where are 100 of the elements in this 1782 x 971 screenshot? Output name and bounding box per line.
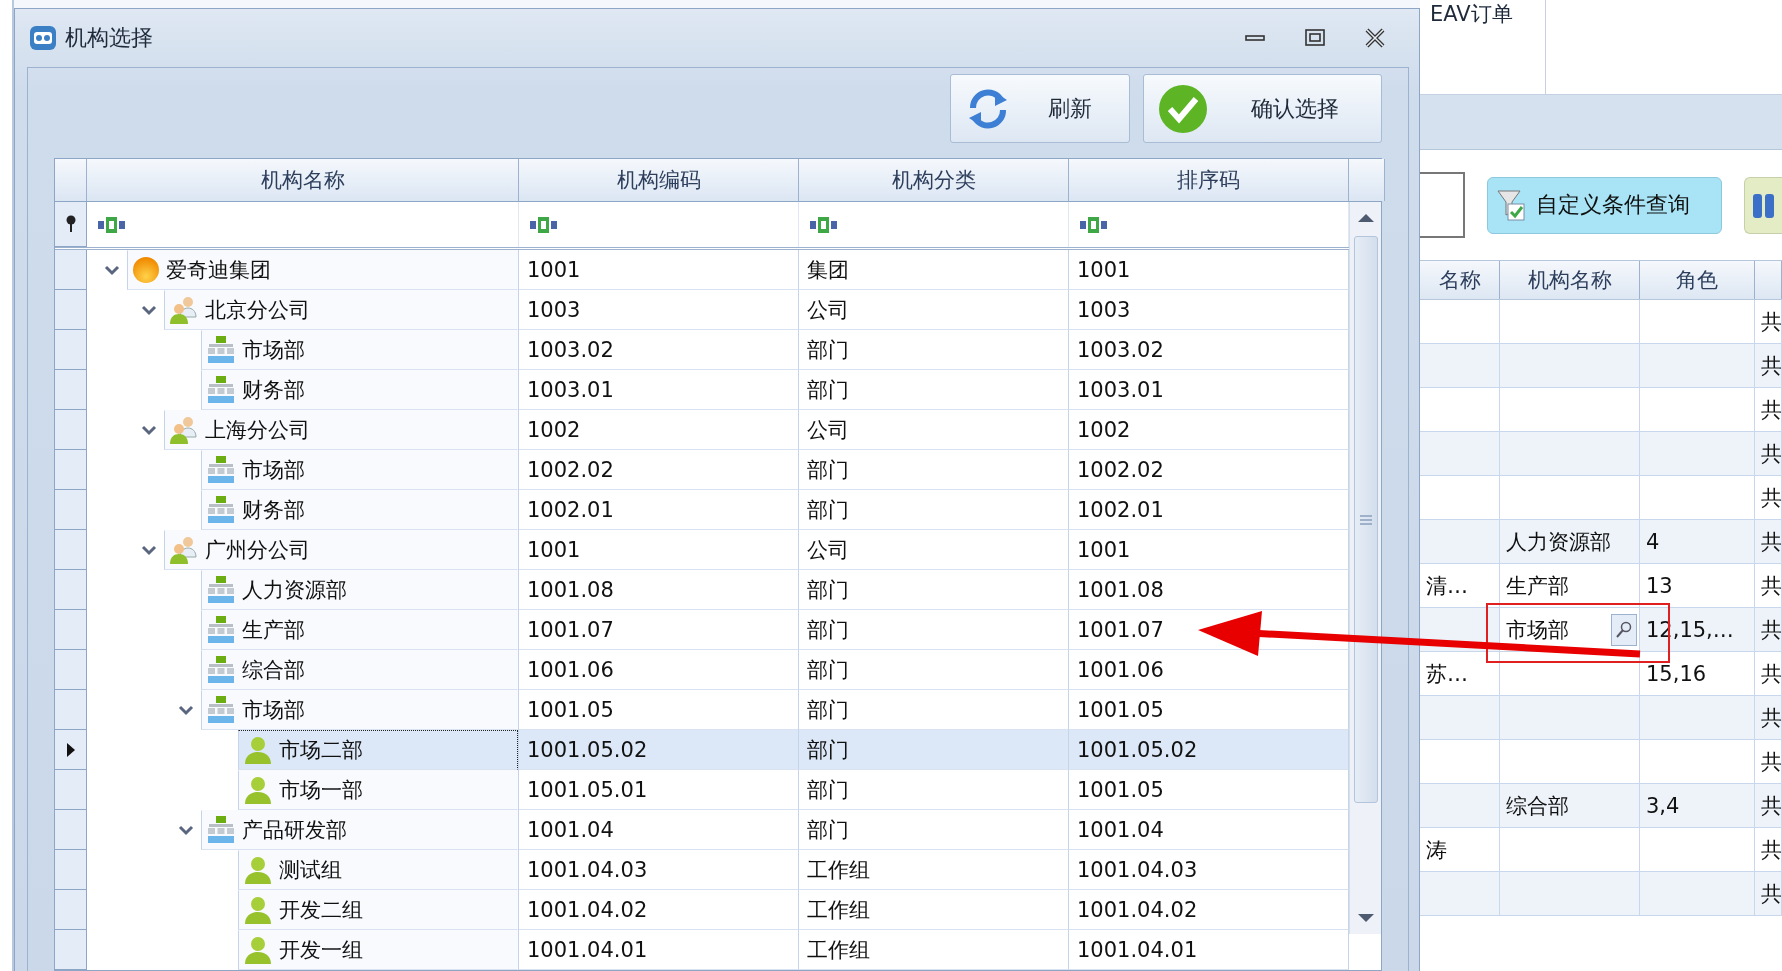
table-cell: 涛 bbox=[1420, 828, 1500, 871]
org-name: 市场部 bbox=[242, 337, 305, 364]
search-button[interactable] bbox=[1611, 613, 1637, 646]
org-name: 测试组 bbox=[279, 857, 342, 884]
table-cell: 生产部 bbox=[1500, 564, 1640, 607]
tree-row[interactable]: 财务部 1003.01 部门 1003.01 bbox=[55, 370, 1349, 410]
org-name: 市场部 bbox=[242, 697, 305, 724]
tree-row[interactable]: 产品研发部 1001.04 部门 1001.04 bbox=[55, 810, 1349, 850]
table-cell: 综合部 bbox=[1500, 784, 1640, 827]
person-icon bbox=[243, 895, 273, 925]
table-cell: 共 bbox=[1755, 476, 1782, 519]
tree-row[interactable]: 市场部 1001.05 部门 1001.05 bbox=[55, 690, 1349, 730]
text-filter-icon bbox=[1079, 216, 1109, 233]
people-icon bbox=[169, 415, 199, 445]
table-cell: 苏… bbox=[1420, 652, 1500, 695]
org-name: 广州分公司 bbox=[205, 537, 310, 564]
org-chart-icon bbox=[206, 615, 236, 645]
search-icon bbox=[1616, 620, 1632, 639]
column-header[interactable]: 机构编码 bbox=[519, 159, 799, 201]
checkmark-icon bbox=[1158, 83, 1208, 134]
tree-row[interactable]: 广州分公司 1001 公司 1001 bbox=[55, 530, 1349, 570]
tree-row[interactable]: 财务部 1002.01 部门 1002.01 bbox=[55, 490, 1349, 530]
restore-icon bbox=[1305, 29, 1325, 47]
tree-row[interactable]: 市场部 1002.02 部门 1002.02 bbox=[55, 450, 1349, 490]
column-header[interactable]: 排序码 bbox=[1069, 159, 1349, 201]
org-name: 市场一部 bbox=[279, 777, 363, 804]
table-cell: 共 bbox=[1755, 388, 1782, 431]
tree-row[interactable]: 测试组 1001.04.03 工作组 1001.04.03 bbox=[55, 850, 1349, 890]
chevron-icon bbox=[178, 824, 194, 836]
org-name: 综合部 bbox=[242, 657, 305, 684]
triangle-down-icon bbox=[1356, 913, 1375, 923]
table-cell: 共 bbox=[1755, 740, 1782, 783]
table-cell: 人力资源部 bbox=[1500, 520, 1640, 563]
person-icon bbox=[243, 935, 273, 965]
scroll-thumb[interactable] bbox=[1353, 236, 1378, 803]
column-header[interactable]: 名称 bbox=[1420, 261, 1500, 299]
table-cell: 共 bbox=[1755, 564, 1782, 607]
partial-toolbar-button[interactable] bbox=[1744, 176, 1782, 234]
org-chart-icon bbox=[206, 815, 236, 845]
org-name: 市场部 bbox=[242, 457, 305, 484]
column-header[interactable]: 角色 bbox=[1640, 261, 1755, 299]
table-cell: 共 bbox=[1755, 300, 1782, 343]
table-cell: 1001.04.01 bbox=[1069, 930, 1349, 970]
chevron-icon bbox=[141, 424, 157, 436]
org-chart-icon bbox=[206, 695, 236, 725]
org-name: 财务部 bbox=[242, 377, 305, 404]
column-header[interactable]: 机构名称 bbox=[87, 159, 519, 201]
tree-row[interactable]: 生产部 1001.07 部门 1001.07 bbox=[55, 610, 1349, 650]
tree-row[interactable]: 开发二组 1001.04.02 工作组 1001.04.02 bbox=[55, 890, 1349, 930]
confirm-button[interactable]: 确认选择 bbox=[1143, 74, 1382, 143]
org-name: 生产部 bbox=[242, 617, 305, 644]
close-icon bbox=[1365, 28, 1385, 48]
table-cell: 13 bbox=[1640, 564, 1755, 607]
person-icon bbox=[243, 735, 273, 765]
chevron-icon bbox=[141, 544, 157, 556]
org-name: 人力资源部 bbox=[242, 577, 347, 604]
tree-row[interactable]: 综合部 1001.06 部门 1001.06 bbox=[55, 650, 1349, 690]
tree-row[interactable]: 市场二部 1001.05.02 部门 1001.05.02 bbox=[55, 730, 1349, 770]
tree-row[interactable]: 北京分公司 1003 公司 1003 bbox=[55, 290, 1349, 330]
text-filter-icon bbox=[529, 216, 559, 233]
table-cell: 清… bbox=[1420, 564, 1500, 607]
org-chart-icon bbox=[206, 335, 236, 365]
search-field[interactable] bbox=[1420, 172, 1465, 238]
chevron-icon bbox=[141, 304, 157, 316]
column-header[interactable]: 机构分类 bbox=[799, 159, 1069, 201]
org-name: 爱奇迪集团 bbox=[166, 257, 271, 284]
ribbon-tab[interactable]: EAV订单 bbox=[1420, 0, 1546, 94]
table-cell: 工作组 bbox=[799, 930, 1069, 970]
refresh-button[interactable]: 刷新 bbox=[950, 74, 1130, 143]
org-name: 开发二组 bbox=[279, 897, 363, 924]
tree-row[interactable]: 市场部 1003.02 部门 1003.02 bbox=[55, 330, 1349, 370]
table-cell: 共 bbox=[1755, 872, 1782, 915]
header-corner bbox=[1349, 159, 1385, 201]
people-icon bbox=[169, 295, 199, 325]
window-title: 机构选择 bbox=[65, 24, 154, 52]
tree-row[interactable]: 市场一部 1001.05.01 部门 1001.05 bbox=[55, 770, 1349, 810]
custom-query-button[interactable]: 自定义条件查询 bbox=[1487, 176, 1722, 234]
column-header[interactable]: 机构名称 bbox=[1500, 261, 1640, 299]
table-cell: 3,4 bbox=[1640, 784, 1755, 827]
org-chart-icon bbox=[206, 655, 236, 685]
text-filter-icon bbox=[97, 216, 127, 233]
table-cell: 共 bbox=[1755, 520, 1782, 563]
tree-row[interactable]: 爱奇迪集团 1001 集团 1001 bbox=[55, 250, 1349, 290]
tree-row[interactable]: 开发一组 1001.04.01 工作组 1001.04.01 bbox=[55, 930, 1349, 970]
pin-icon[interactable] bbox=[64, 215, 77, 233]
current-row-icon bbox=[65, 741, 76, 758]
scrollbar[interactable] bbox=[1349, 202, 1381, 934]
table-cell: 共 bbox=[1755, 828, 1782, 871]
person-icon bbox=[243, 855, 273, 885]
person-icon bbox=[243, 775, 273, 805]
header-corner bbox=[55, 159, 87, 201]
grip-icon bbox=[1359, 514, 1372, 525]
tree-row[interactable]: 人力资源部 1001.08 部门 1001.08 bbox=[55, 570, 1349, 610]
chevron-icon bbox=[178, 704, 194, 716]
column-header bbox=[1755, 261, 1782, 299]
tree-row[interactable]: 上海分公司 1002 公司 1002 bbox=[55, 410, 1349, 450]
minimize-icon bbox=[1245, 35, 1265, 41]
table-cell: 15,16 bbox=[1640, 652, 1755, 695]
people-icon bbox=[169, 535, 199, 565]
org-chart-icon bbox=[206, 455, 236, 485]
